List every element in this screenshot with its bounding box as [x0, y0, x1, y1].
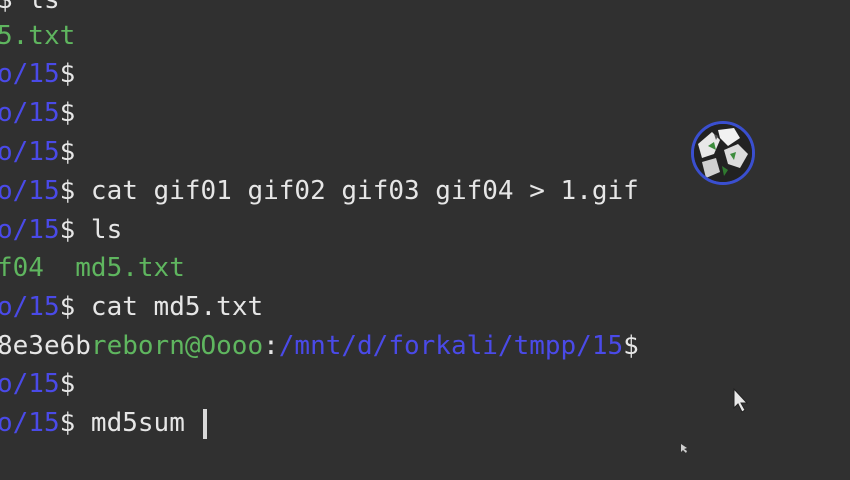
- prompt-path: o/15: [0, 292, 60, 322]
- prompt-symbol: $: [59, 292, 76, 322]
- avatar-image-icon: [694, 124, 752, 182]
- prompt-path: o/15: [0, 98, 60, 128]
- prompt-path: o/15: [0, 369, 60, 399]
- prompt-path: o/15: [0, 408, 60, 438]
- terminal-input-line[interactable]: o/15$ md5sum: [0, 404, 207, 442]
- terminal-window[interactable]: $ ls 5.txt o/15$ o/15$ o/15$ o/15$ cat g…: [0, 0, 850, 480]
- prompt-symbol: $: [59, 176, 76, 206]
- terminal-line: o/15$ cat md5.txt: [0, 288, 263, 326]
- prompt-symbol: $: [59, 215, 76, 245]
- mouse-pointer-icon: [733, 387, 749, 413]
- output-file: md5.txt: [43, 253, 185, 283]
- prompt-symbol: $: [59, 369, 76, 399]
- terminal-line: f04 md5.txt: [0, 249, 185, 287]
- prompt-symbol: $: [59, 408, 76, 438]
- prompt-path: o/15: [0, 176, 60, 206]
- terminal-line: o/15$: [0, 365, 75, 403]
- command-text: ls: [75, 215, 123, 245]
- text-cursor: [202, 408, 207, 439]
- prompt-symbol: $: [59, 98, 76, 128]
- mouse-pointer-icon: [733, 387, 751, 421]
- prompt-symbol: $: [59, 137, 76, 167]
- command-text: ls: [28, 0, 60, 15]
- terminal-line: o/15$: [0, 94, 75, 132]
- terminal-line: o/15$: [0, 133, 75, 171]
- terminal-line: o/15$ ls: [0, 211, 122, 249]
- terminal-line: o/15$ cat gif01 gif02 gif03 gif04 > 1.gi…: [0, 172, 639, 210]
- avatar-image-icon: [691, 121, 755, 185]
- command-text: cat gif01 gif02 gif03 gif04 > 1.gif: [75, 176, 639, 206]
- output-file: f04: [0, 253, 44, 283]
- prompt-user: reborn@Oooo: [90, 331, 264, 361]
- prompt-symbol: $: [623, 331, 639, 361]
- prompt-symbol: $: [59, 59, 76, 89]
- prompt-colon: :: [263, 331, 279, 361]
- prompt-path: /mnt/d/forkali/tmpp/15: [278, 331, 624, 361]
- command-input[interactable]: md5sum: [75, 408, 200, 438]
- terminal-line: o/15$: [0, 55, 75, 93]
- terminal-line: 5.txt: [0, 17, 75, 55]
- command-text: cat md5.txt: [75, 292, 264, 322]
- md5-hash-text: 8e3e6b: [0, 331, 91, 361]
- stray-pointer-mark-icon: [680, 432, 688, 462]
- prompt-symbol: $: [0, 0, 13, 15]
- prompt-path: o/15: [0, 137, 60, 167]
- prompt-path: o/15: [0, 59, 60, 89]
- prompt-path: o/15: [0, 215, 60, 245]
- output-text: 5.txt: [0, 21, 76, 51]
- terminal-line: 8e3e6breborn@Oooo:/mnt/d/forkali/tmpp/15…: [0, 327, 639, 365]
- stray-pointer-mark-icon: [681, 444, 687, 453]
